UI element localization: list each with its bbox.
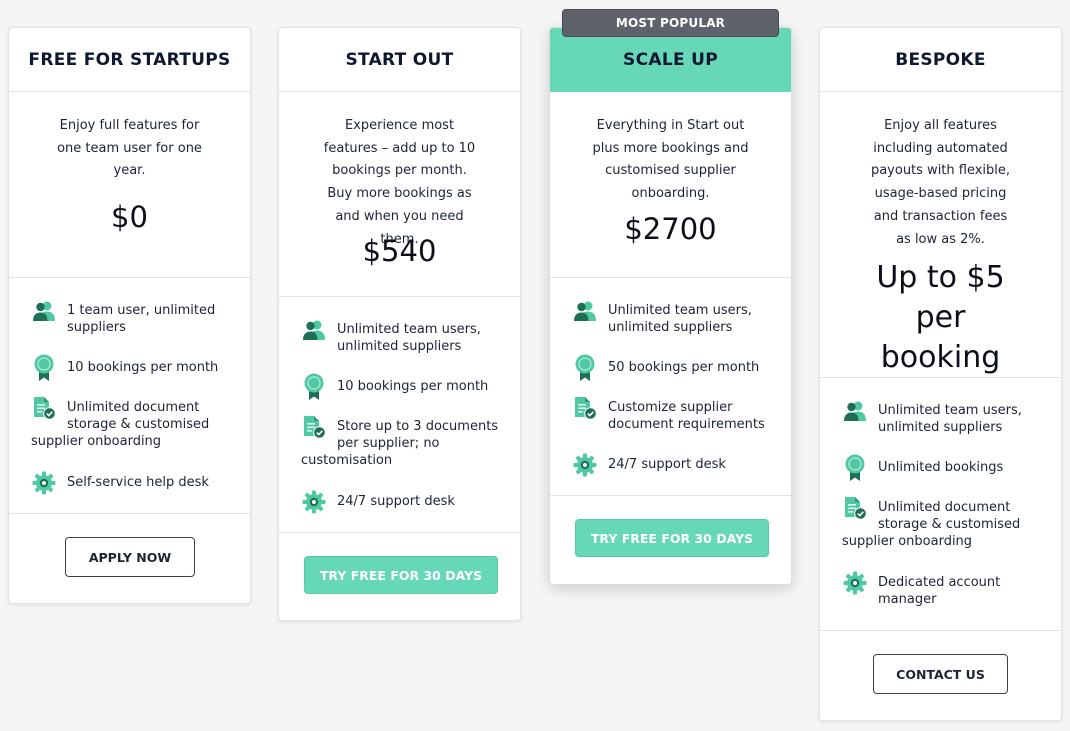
feature-text: Unlimited team users, unlimited supplier… (878, 403, 1022, 435)
feature-text: 10 bookings per month (337, 379, 489, 394)
feature-item: 10 bookings per month (31, 354, 236, 381)
feature-text: Unlimited document storage & customised … (31, 400, 210, 449)
plan-card-scale-up: SCALE UP Everything in Start out plus mo… (549, 27, 792, 585)
feature-list: Unlimited team users, unlimited supplier… (820, 378, 1061, 631)
feature-item: 1 team user, unlimited suppliers (31, 301, 236, 336)
gear-icon (842, 570, 868, 596)
plan-card-start-out: START OUT Experience most features – add… (278, 27, 521, 621)
feature-item: 24/7 support desk (572, 453, 777, 478)
feature-item: 24/7 support desk (301, 490, 506, 515)
award-icon (301, 373, 327, 400)
feature-text: Unlimited team users, unlimited supplier… (337, 322, 481, 354)
apply-now-button[interactable]: APPLY NOW (65, 537, 195, 577)
gear-icon (572, 452, 598, 478)
users-icon (301, 317, 327, 343)
plan-price: $2700 (624, 212, 717, 246)
gear-icon (301, 489, 327, 515)
contact-us-button[interactable]: CONTACT US (873, 654, 1008, 694)
document-check-icon (301, 414, 327, 440)
plan-description: Everything in Start out plus more bookin… (592, 118, 749, 202)
feature-list: Unlimited team users, unlimited supplier… (550, 278, 791, 496)
feature-item: Unlimited document storage & customised … (31, 397, 236, 450)
award-icon (842, 454, 868, 481)
plan-title: START OUT (279, 28, 520, 92)
plan-price: Up to $5 per booking (876, 260, 1005, 375)
feature-item: Unlimited team users, unlimited supplier… (842, 401, 1047, 436)
feature-text: Customize supplier document requirements (608, 400, 765, 432)
users-icon (31, 298, 57, 324)
feature-item: Unlimited team users, unlimited supplier… (301, 320, 506, 355)
plan-title: FREE FOR STARTUPS (9, 28, 250, 92)
plan-title: SCALE UP (550, 28, 791, 92)
users-icon (842, 398, 868, 424)
feature-item: Unlimited team users, unlimited supplier… (572, 301, 777, 336)
feature-list: 1 team user, unlimited suppliers 10 book… (9, 278, 250, 514)
feature-text: 10 bookings per month (67, 360, 219, 375)
plan-card-free-for-startups: FREE FOR STARTUPS Enjoy full features fo… (8, 27, 251, 604)
feature-text: Unlimited bookings (878, 460, 1004, 475)
feature-item: 10 bookings per month (301, 373, 506, 400)
document-check-icon (572, 395, 598, 421)
award-icon (31, 354, 57, 381)
try-free-button[interactable]: TRY FREE FOR 30 DAYS (575, 519, 769, 557)
feature-item: Unlimited document storage & customised … (842, 497, 1047, 550)
users-icon (572, 298, 598, 324)
feature-text: 24/7 support desk (608, 457, 726, 472)
award-icon (572, 354, 598, 381)
feature-text: 50 bookings per month (608, 360, 760, 375)
feature-item: Customize supplier document requirements (572, 397, 777, 433)
feature-text: Self-service help desk (67, 475, 209, 490)
plan-actions: APPLY NOW (9, 514, 250, 604)
plan-actions: CONTACT US (820, 631, 1061, 719)
plan-description: Experience most features – add up to 10 … (323, 118, 476, 247)
plan-summary: Enjoy all features including automated p… (820, 92, 1061, 378)
feature-item: Unlimited bookings (842, 454, 1047, 481)
plan-title: BESPOKE (820, 28, 1061, 92)
feature-item: Dedicated account manager (842, 571, 1047, 608)
plan-description: Enjoy full features for one team user fo… (57, 118, 202, 179)
feature-item: 50 bookings per month (572, 354, 777, 381)
document-check-icon (842, 495, 868, 521)
plan-summary: Everything in Start out plus more bookin… (550, 92, 791, 278)
plan-price: $0 (111, 200, 148, 234)
plan-actions: TRY FREE FOR 30 DAYS (550, 496, 791, 584)
plan-description: Enjoy all features including automated p… (870, 118, 1011, 247)
feature-text: Dedicated account manager (878, 575, 1001, 607)
plan-card-bespoke: BESPOKE Enjoy all features including aut… (819, 27, 1062, 721)
feature-item: Self-service help desk (31, 471, 236, 496)
plan-summary: Experience most features – add up to 10 … (279, 92, 520, 297)
feature-text: Unlimited document storage & customised … (842, 500, 1021, 549)
plan-actions: TRY FREE FOR 30 DAYS (279, 533, 520, 621)
feature-list: Unlimited team users, unlimited supplier… (279, 297, 520, 533)
feature-text: Store up to 3 documents per supplier; no… (301, 419, 499, 468)
feature-text: Unlimited team users, unlimited supplier… (608, 303, 752, 335)
document-check-icon (31, 395, 57, 421)
try-free-button[interactable]: TRY FREE FOR 30 DAYS (304, 556, 498, 594)
plan-summary: Enjoy full features for one team user fo… (9, 92, 250, 278)
most-popular-badge: MOST POPULAR (562, 9, 779, 37)
plan-price: $540 (362, 234, 437, 268)
feature-item: Store up to 3 documents per supplier; no… (301, 416, 506, 469)
feature-text: 1 team user, unlimited suppliers (67, 303, 216, 335)
feature-text: 24/7 support desk (337, 494, 455, 509)
gear-icon (31, 470, 57, 496)
